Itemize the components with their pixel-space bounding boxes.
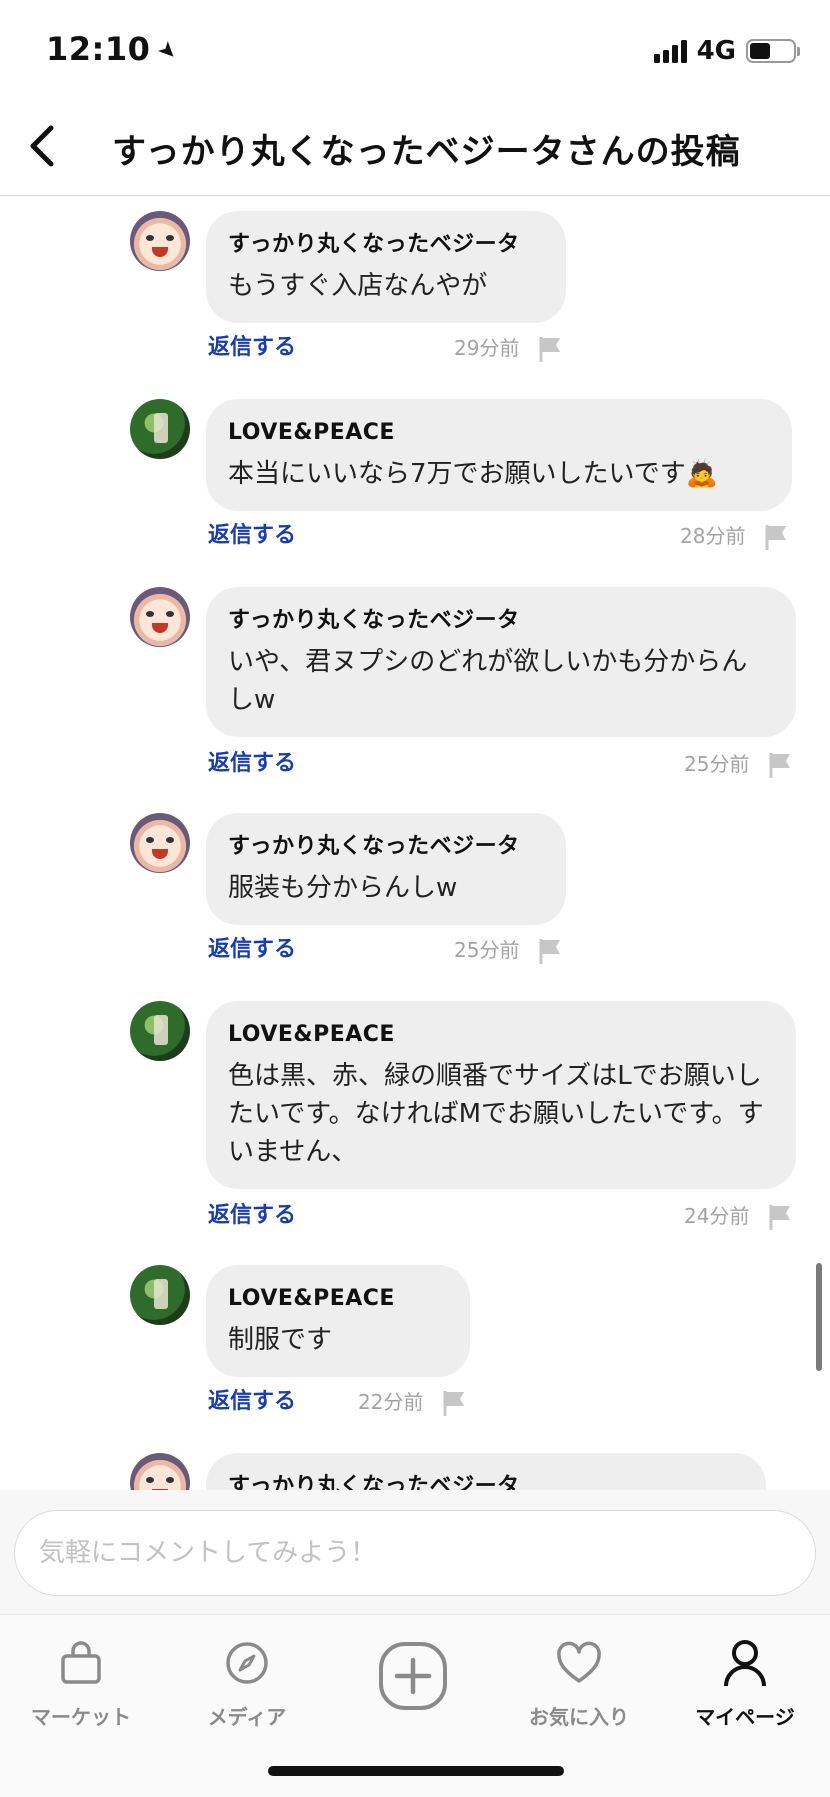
comment-author: すっかり丸くなったベジータ: [228, 1474, 520, 1490]
bottle-avatar[interactable]: [130, 1001, 190, 1061]
comment-list[interactable]: すっかり丸くなったベジータ もうすぐ入店なんやが 返信する 29分前 LOVE&…: [0, 197, 830, 1490]
tab-label: マーケット: [31, 1705, 131, 1729]
comment-composer: [0, 1490, 830, 1614]
compass-icon: [172, 1633, 322, 1693]
tab-label: お気に入り: [529, 1705, 629, 1729]
comment-bubble: LOVE&PEACE 色は黒、赤、緑の順番でサイズはLでお願いしたいです。なけれ…: [206, 1001, 796, 1189]
comment-text: 服装も分からんしw: [228, 873, 458, 903]
plus-circle-icon: [338, 1633, 488, 1719]
comment-bubble: すっかり丸くなったベジータ: [206, 1453, 766, 1490]
comment-meta: 返信する 29分前: [208, 331, 568, 365]
comment-time: 25分前: [684, 752, 750, 776]
reply-link[interactable]: 返信する: [208, 331, 296, 365]
comment-author: LOVE&PEACE: [228, 1286, 395, 1311]
comment-time: 28分前: [680, 524, 746, 548]
vegeta-avatar[interactable]: [130, 211, 190, 271]
status-bar: 12:10➤ 4G: [0, 0, 830, 100]
page-title: すっかり丸くなったベジータさんの投稿: [112, 132, 741, 172]
status-indicators: 4G: [653, 36, 800, 66]
reply-link[interactable]: 返信する: [208, 933, 296, 967]
vegeta-avatar[interactable]: [130, 587, 190, 647]
navigation-header: すっかり丸くなったベジータさんの投稿: [0, 100, 830, 196]
heart-icon: [504, 1633, 654, 1693]
comment-bubble: LOVE&PEACE 制服です: [206, 1265, 470, 1377]
vegeta-avatar[interactable]: [130, 813, 190, 873]
bottle-avatar[interactable]: [130, 1265, 190, 1325]
comment-bubble: すっかり丸くなったベジータ もうすぐ入店なんやが: [206, 211, 566, 323]
report-flag-icon[interactable]: [768, 1203, 794, 1231]
location-arrow-icon: ➤: [152, 35, 184, 67]
bottle-avatar[interactable]: [130, 399, 190, 459]
comment-bubble: LOVE&PEACE 本当にいいなら7万でお願いしたいです🙇: [206, 399, 792, 511]
comment-author: すっかり丸くなったベジータ: [228, 232, 520, 257]
tab-market[interactable]: マーケット: [6, 1633, 156, 1730]
reply-link[interactable]: 返信する: [208, 1199, 296, 1233]
comment-text: もうすぐ入店なんやが: [228, 271, 488, 301]
comment-time: 22分前: [358, 1390, 424, 1414]
report-flag-icon[interactable]: [538, 937, 564, 965]
comment-time: 29分前: [454, 336, 520, 360]
back-chevron-icon[interactable]: [14, 118, 70, 174]
tab-label: メディア: [207, 1705, 287, 1729]
tab-label: マイページ: [695, 1705, 795, 1729]
comment-bubble: すっかり丸くなったベジータ 服装も分からんしw: [206, 813, 566, 925]
report-flag-icon[interactable]: [768, 751, 794, 779]
comment-author: すっかり丸くなったベジータ: [228, 834, 520, 859]
comment-author: LOVE&PEACE: [228, 1022, 395, 1047]
comment-time: 25分前: [454, 938, 520, 962]
scrollbar[interactable]: [816, 1263, 822, 1371]
comment-author: すっかり丸くなったベジータ: [228, 608, 520, 633]
report-flag-icon[interactable]: [442, 1389, 468, 1417]
comment-meta: 返信する 28分前: [208, 519, 794, 553]
network-type: 4G: [696, 36, 736, 66]
comment-text: 色は黒、赤、緑の順番でサイズはLでお願いしたいです。なければMでお願いしたいです…: [228, 1061, 764, 1167]
tab-favorites[interactable]: お気に入り: [504, 1633, 654, 1730]
comment-meta: 返信する 22分前: [208, 1385, 472, 1419]
status-time: 12:10➤: [46, 30, 184, 68]
reply-link[interactable]: 返信する: [208, 519, 296, 553]
reply-link[interactable]: 返信する: [208, 747, 296, 781]
comment-time: 24分前: [684, 1204, 750, 1228]
comment-meta: 返信する 25分前: [208, 933, 568, 967]
home-indicator[interactable]: [268, 1766, 564, 1776]
comment-text: 制服です: [228, 1325, 333, 1355]
tab-mypage[interactable]: マイページ: [670, 1633, 820, 1730]
vegeta-avatar[interactable]: [130, 1453, 190, 1490]
reply-link[interactable]: 返信する: [208, 1385, 296, 1419]
comment-text: いや、君ヌプシのどれが欲しいかも分からんしw: [228, 647, 748, 715]
comment-input[interactable]: [14, 1510, 816, 1596]
cellular-signal-icon: [653, 39, 687, 63]
battery-icon: [746, 39, 800, 63]
comment-meta: 返信する 25分前: [208, 747, 798, 781]
report-flag-icon[interactable]: [538, 335, 564, 363]
tab-media[interactable]: メディア: [172, 1633, 322, 1730]
person-icon: [670, 1633, 820, 1693]
comment-author: LOVE&PEACE: [228, 420, 395, 445]
comment-bubble: すっかり丸くなったベジータ いや、君ヌプシのどれが欲しいかも分からんしw: [206, 587, 796, 737]
report-flag-icon[interactable]: [764, 523, 790, 551]
comment-text: 本当にいいなら7万でお願いしたいです🙇: [228, 459, 719, 489]
comment-meta: 返信する 24分前: [208, 1199, 798, 1233]
shopping-bag-icon: [6, 1633, 156, 1693]
tab-post[interactable]: [338, 1633, 488, 1719]
